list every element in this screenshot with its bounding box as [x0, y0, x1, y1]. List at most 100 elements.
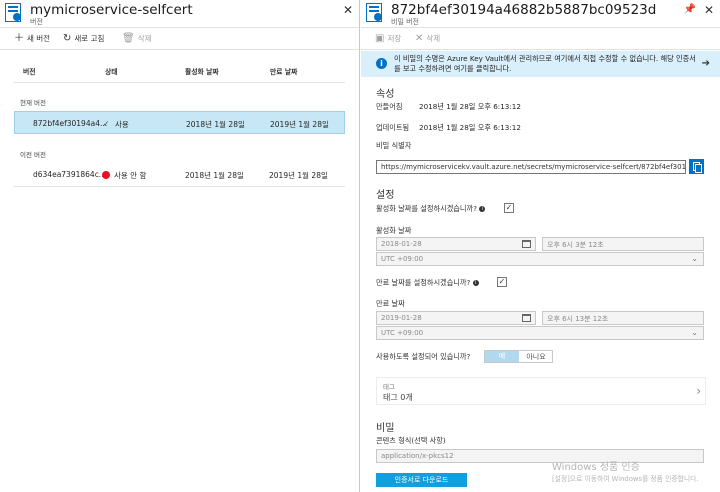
save-icon: ▣ — [375, 32, 385, 44]
activation-watermark-text: [설정]으로 이동하여 Windows를 정품 인증합니다. — [552, 475, 699, 483]
column-status[interactable]: 상태 — [105, 66, 118, 76]
secret-blade-header: 872bf4ef30194a46882b5887bc09523d 비밀 버전 📌… — [361, 0, 720, 28]
version-activation: 2018년 1월 28일 — [185, 171, 244, 180]
chevron-right-icon: › — [696, 384, 701, 398]
content-type-label: 콘텐츠 형식(선택 사항) — [376, 436, 446, 445]
set-expiration-checkbox[interactable]: ✓ — [497, 277, 507, 287]
version-id: d634ea7391864c... — [33, 170, 106, 179]
info-icon: i — [472, 280, 479, 286]
chevron-down-icon: ⌄ — [691, 254, 698, 263]
activation-timezone-select[interactable]: UTC +09:00 ⌄ — [376, 252, 704, 266]
expiration-date-field[interactable]: 2019-01-28 — [376, 311, 536, 325]
discard-label: 삭제 — [426, 34, 441, 43]
trash-icon: 🗑 — [122, 32, 135, 44]
copy-icon[interactable] — [689, 159, 704, 174]
delete-label: 삭제 — [137, 34, 152, 43]
version-expiration: 2019년 1월 28일 — [270, 120, 329, 129]
command-bar: ＋ 새 버전 ↻ 새로 고침 🗑 삭제 — [0, 28, 359, 50]
secret-heading: 비밀 — [376, 423, 395, 434]
version-row-previous[interactable]: d634ea7391864c... 사용 안 함 2018년 1월 28일 20… — [14, 163, 345, 186]
info-text: 이 비밀의 수명은 Azure Key Vault에서 관리하므로 여기에서 직… — [394, 54, 696, 73]
certificate-icon — [5, 3, 21, 22]
current-version-group: 현재 버전 — [20, 99, 46, 107]
expiration-timezone-select[interactable]: UTC +09:00 ⌄ — [376, 326, 704, 340]
checkmark-icon: ✓ — [103, 119, 110, 128]
blade-title: mymicroservice-selfcert — [30, 2, 193, 18]
activation-date-field[interactable]: 2018-01-28 — [376, 237, 536, 251]
save-button[interactable]: ▣ 저장 — [375, 33, 401, 44]
blade-subtitle: 버전 — [30, 18, 43, 26]
certificate-icon — [366, 3, 382, 22]
blade-title: 872bf4ef30194a46882b5887bc09523d — [391, 2, 657, 18]
set-activation-question: 활성화 날짜를 설정하시겠습니까? i — [376, 204, 486, 214]
close-icon[interactable]: ✕ — [704, 3, 714, 17]
info-icon: i — [376, 58, 387, 69]
delete-button[interactable]: 🗑 삭제 — [122, 33, 152, 44]
secret-id-label: 비밀 식별자 — [376, 141, 412, 150]
versions-blade: mymicroservice-selfcert 버전 ✕ ＋ 새 버전 ↻ 새로… — [0, 0, 360, 492]
secret-id-field[interactable]: https://mymicroservicekv.vault.azure.net… — [376, 160, 686, 174]
info-icon: i — [479, 206, 486, 212]
tags-value: 태그 0개 — [383, 393, 413, 402]
secret-version-blade: 872bf4ef30194a46882b5887bc09523d 비밀 버전 📌… — [361, 0, 720, 492]
command-bar: ▣ 저장 ✕ 삭제 — [361, 28, 720, 50]
enabled-label: 사용하도록 설정되어 있습니까? — [376, 352, 471, 361]
version-expiration: 2019년 1월 28일 — [269, 171, 328, 180]
updated-label: 업데이트됨 — [376, 123, 410, 132]
content-type-field[interactable]: application/x-pkcs12 — [376, 449, 704, 463]
calendar-icon — [522, 314, 531, 322]
info-banner[interactable]: i 이 비밀의 수명은 Azure Key Vault에서 관리하므로 여기에서… — [361, 51, 720, 77]
close-icon[interactable]: ✕ — [343, 3, 353, 17]
activation-date-value: 2018-01-28 — [381, 240, 422, 248]
save-label: 저장 — [387, 34, 402, 43]
column-version[interactable]: 버전 — [23, 66, 36, 76]
version-row-current[interactable]: 872bf4ef30194a4... ✓ 사용 2018년 1월 28일 201… — [14, 111, 345, 134]
created-label: 만들어짐 — [376, 102, 403, 111]
expiration-timezone-value: UTC +09:00 — [381, 329, 424, 337]
tags-label: 태그 — [383, 383, 395, 391]
created-value: 2018년 1월 28일 오후 6:13:12 — [419, 102, 521, 111]
set-expiration-label: 만료 날짜를 설정하시겠습니까? — [376, 278, 471, 287]
expiration-label: 만료 날짜 — [376, 299, 405, 308]
enabled-no-option[interactable]: 아니요 — [519, 352, 553, 362]
properties-heading: 속성 — [376, 89, 395, 100]
divider — [14, 82, 345, 83]
versions-blade-header: mymicroservice-selfcert 버전 ✕ — [0, 0, 359, 28]
updated-value: 2018년 1월 28일 오후 6:13:12 — [419, 123, 521, 132]
refresh-icon: ↻ — [63, 32, 72, 44]
expiration-date-value: 2019-01-28 — [381, 314, 422, 322]
activation-watermark-title: Windows 정품 인증 — [552, 462, 640, 473]
new-version-button[interactable]: ＋ 새 버전 — [14, 33, 50, 44]
refresh-button[interactable]: ↻ 새로 고침 — [63, 33, 104, 44]
enabled-toggle[interactable]: 예 아니요 — [484, 350, 553, 363]
version-status: 사용 안 함 — [114, 171, 147, 180]
arrow-right-icon: ➔ — [701, 58, 710, 69]
tags-row[interactable]: 태그 태그 0개 › — [376, 377, 706, 405]
new-version-label: 새 버전 — [27, 34, 51, 43]
version-status: 사용 — [115, 120, 129, 129]
expiration-time-field[interactable]: 오후 6시 13분 12초 — [542, 311, 704, 325]
version-activation: 2018년 1월 28일 — [186, 120, 245, 129]
download-certificate-button[interactable]: 인증서로 다운로드 — [376, 473, 467, 487]
settings-heading: 설정 — [376, 190, 395, 201]
set-activation-label: 활성화 날짜를 설정하시겠습니까? — [376, 204, 477, 213]
previous-version-group: 이전 버전 — [20, 151, 46, 159]
refresh-label: 새로 고침 — [74, 34, 105, 43]
discard-button[interactable]: ✕ 삭제 — [415, 33, 440, 44]
divider — [14, 186, 345, 187]
set-expiration-question: 만료 날짜를 설정하시겠습니까? i — [376, 278, 479, 288]
activation-timezone-value: UTC +09:00 — [381, 255, 424, 263]
blade-subtitle: 비밀 버전 — [391, 18, 419, 26]
calendar-icon — [522, 240, 531, 248]
activation-label: 활성화 날짜 — [376, 226, 412, 235]
enabled-yes-option[interactable]: 예 — [485, 351, 519, 362]
x-icon: ✕ — [415, 32, 424, 44]
plus-icon: ＋ — [14, 32, 24, 44]
chevron-down-icon: ⌄ — [691, 328, 698, 337]
disabled-icon — [102, 171, 110, 179]
column-activation[interactable]: 활성화 날짜 — [185, 66, 219, 76]
set-activation-checkbox[interactable]: ✓ — [504, 203, 514, 213]
column-expiration[interactable]: 만료 날짜 — [270, 66, 297, 76]
activation-time-field[interactable]: 오후 6시 3분 12초 — [542, 237, 704, 251]
pin-icon[interactable]: 📌 — [684, 4, 696, 15]
